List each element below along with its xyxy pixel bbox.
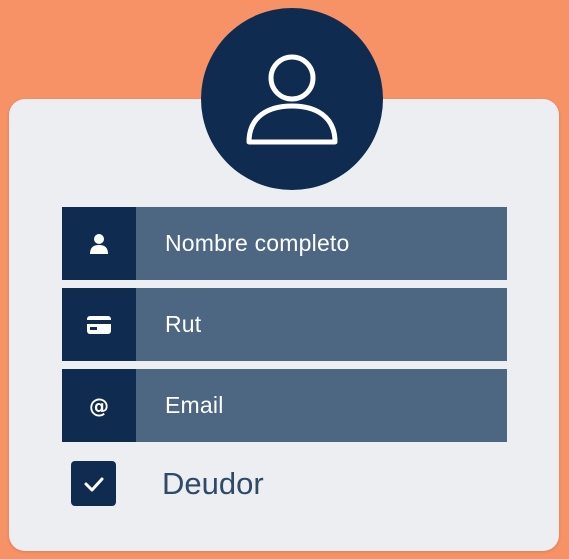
avatar xyxy=(201,8,383,190)
email-input[interactable]: Email xyxy=(136,369,507,442)
email-placeholder: Email xyxy=(165,392,224,418)
deudor-checkbox[interactable] xyxy=(71,461,116,506)
email-field[interactable]: @ Email xyxy=(62,369,507,442)
checkmark-icon xyxy=(84,477,103,491)
id-card-icon xyxy=(62,288,136,361)
rut-placeholder: Rut xyxy=(165,311,202,337)
user-avatar-icon xyxy=(246,54,338,145)
full-name-input[interactable]: Nombre completo xyxy=(136,207,507,280)
rut-input[interactable]: Rut xyxy=(136,288,507,361)
user-icon xyxy=(62,207,136,280)
at-sign-icon: @ xyxy=(62,369,136,442)
deudor-label: Deudor xyxy=(162,466,264,501)
full-name-field[interactable]: Nombre completo xyxy=(62,207,507,280)
page-background: { "form": { "fields": [ {"icon": "user-i… xyxy=(0,0,569,559)
rut-field[interactable]: Rut xyxy=(62,288,507,361)
full-name-placeholder: Nombre completo xyxy=(165,230,350,256)
